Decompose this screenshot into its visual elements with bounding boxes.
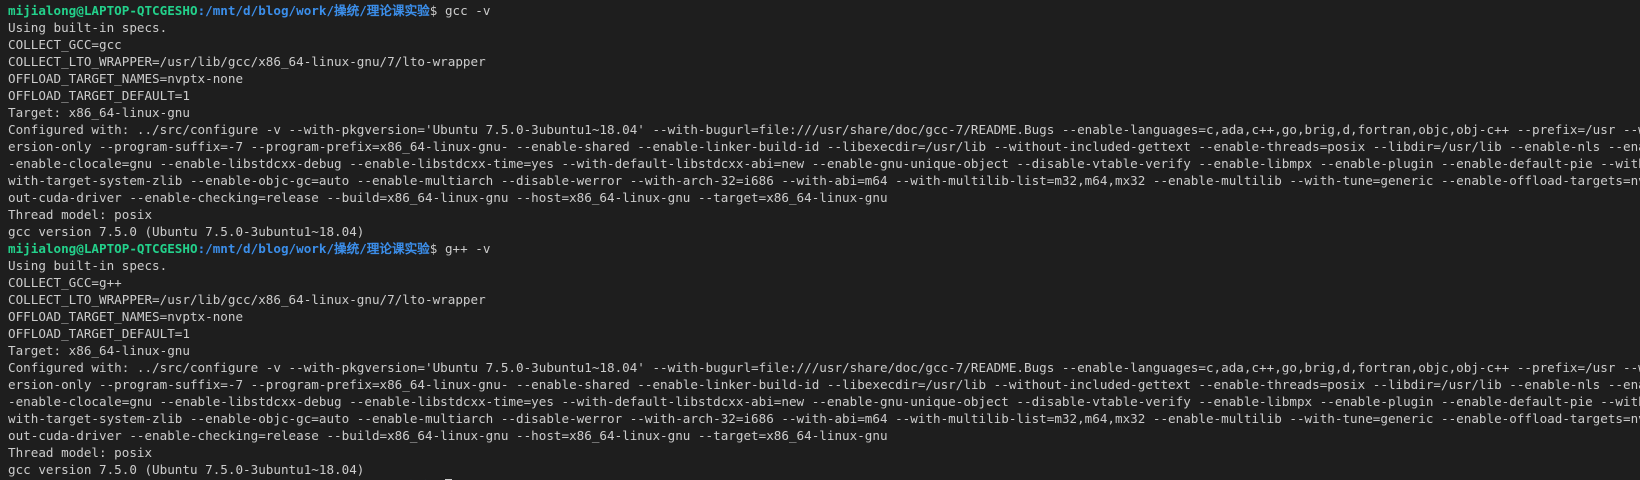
output-line: gcc version 7.5.0 (Ubuntu 7.5.0-3ubuntu1… [8, 462, 365, 477]
output-line: OFFLOAD_TARGET_DEFAULT=1 [8, 326, 190, 341]
output-line: with-target-system-zlib --enable-objc-gc… [8, 173, 1640, 188]
prompt-line: mijialong@LAPTOP-QTCGESHO:/mnt/d/blog/wo… [8, 240, 1640, 257]
output-line: ersion-only --program-suffix=-7 --progra… [8, 377, 1640, 392]
output-line: out-cuda-driver --enable-checking=releas… [8, 428, 888, 443]
output-line: COLLECT_LTO_WRAPPER=/usr/lib/gcc/x86_64-… [8, 54, 486, 69]
output-line: COLLECT_GCC=g++ [8, 275, 122, 290]
output-line: OFFLOAD_TARGET_NAMES=nvptx-none [8, 309, 244, 324]
output-line: gcc version 7.5.0 (Ubuntu 7.5.0-3ubuntu1… [8, 224, 365, 239]
output-line: out-cuda-driver --enable-checking=releas… [8, 190, 888, 205]
output-line: COLLECT_GCC=gcc [8, 37, 122, 52]
terminal-window[interactable]: mijialong@LAPTOP-QTCGESHO:/mnt/d/blog/wo… [0, 0, 1640, 480]
command-text: gcc -v [444, 3, 491, 18]
prompt-user-host: mijialong@LAPTOP-QTCGESHO [8, 3, 198, 18]
output-line: with-target-system-zlib --enable-objc-gc… [8, 411, 1640, 426]
output-line: Target: x86_64-linux-gnu [8, 343, 190, 358]
output-line: Configured with: ../src/configure -v --w… [8, 122, 1640, 137]
prompt-symbol: $ [429, 3, 445, 18]
output-line: OFFLOAD_TARGET_NAMES=nvptx-none [8, 71, 244, 86]
output-line: Configured with: ../src/configure -v --w… [8, 360, 1640, 375]
output-line: -enable-clocale=gnu --enable-libstdcxx-d… [8, 156, 1640, 171]
output-line: Thread model: posix [8, 445, 153, 460]
output-line: COLLECT_LTO_WRAPPER=/usr/lib/gcc/x86_64-… [8, 292, 486, 307]
prompt-path: :/mnt/d/blog/work/操统/理论课实验 [197, 3, 430, 18]
output-line: Using built-in specs. [8, 20, 168, 35]
output-line: Using built-in specs. [8, 258, 168, 273]
output-line: Thread model: posix [8, 207, 153, 222]
output-line: OFFLOAD_TARGET_DEFAULT=1 [8, 88, 190, 103]
prompt-symbol: $ [429, 241, 445, 256]
command-text: g++ -v [444, 241, 491, 256]
output-line: Target: x86_64-linux-gnu [8, 105, 190, 120]
prompt-path: :/mnt/d/blog/work/操统/理论课实验 [197, 241, 430, 256]
prompt-line: mijialong@LAPTOP-QTCGESHO:/mnt/d/blog/wo… [8, 2, 1640, 19]
output-line: -enable-clocale=gnu --enable-libstdcxx-d… [8, 394, 1640, 409]
prompt-user-host: mijialong@LAPTOP-QTCGESHO [8, 241, 198, 256]
output-line: ersion-only --program-suffix=-7 --progra… [8, 139, 1640, 154]
